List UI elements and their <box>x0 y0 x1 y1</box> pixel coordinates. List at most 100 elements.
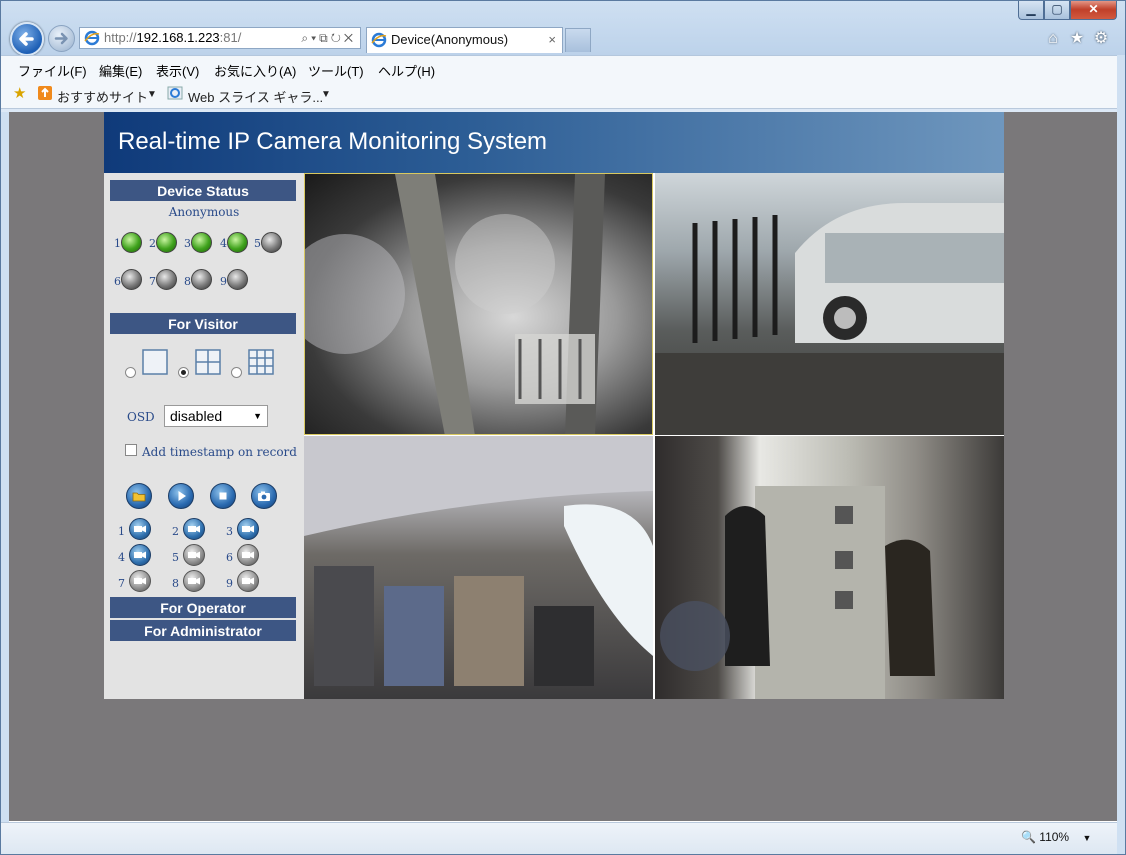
gear-icon[interactable]: ⚙ <box>1092 30 1110 48</box>
address-tools[interactable]: ⌕▾⧉↻✕ <box>301 28 356 48</box>
camera-5-button[interactable] <box>183 544 205 566</box>
window-frame-right <box>1117 55 1126 855</box>
page-viewport: Real-time IP Camera Monitoring System De… <box>9 112 1117 821</box>
layout-9-radio[interactable] <box>231 367 242 378</box>
forward-arrow-icon <box>54 32 68 45</box>
address-scheme: http:// <box>104 30 137 45</box>
menu-view[interactable]: 表示(V) <box>156 61 199 80</box>
camera-feed-3[interactable] <box>304 436 653 699</box>
timestamp-checkbox[interactable] <box>125 444 137 456</box>
record-folder-button[interactable] <box>126 483 152 509</box>
play-button[interactable] <box>168 483 194 509</box>
status-led-on <box>227 232 248 253</box>
suggested-dropdown-icon[interactable]: ▼ <box>147 89 157 100</box>
video-camera-icon <box>188 525 200 533</box>
video-grid <box>304 173 1004 699</box>
chevron-down-icon: ▼ <box>253 411 262 421</box>
camera-9-button[interactable] <box>237 570 259 592</box>
cam-number: 5 <box>172 551 179 564</box>
timestamp-label: Add timestamp on record <box>142 445 297 459</box>
video-camera-icon <box>242 577 254 585</box>
star-icon[interactable]: ★ <box>1068 30 1086 48</box>
feed-scene <box>655 203 1004 435</box>
video-camera-icon <box>242 525 254 533</box>
single-view-icon[interactable] <box>142 349 168 375</box>
led-number: 4 <box>220 237 227 250</box>
quad-view-icon[interactable] <box>195 349 221 375</box>
snapshot-button[interactable] <box>251 483 277 509</box>
forward-button[interactable] <box>48 25 75 52</box>
for-operator-heading[interactable]: For Operator <box>110 597 296 618</box>
zoom-icon: 🔍 <box>1021 830 1036 844</box>
app-banner: Real-time IP Camera Monitoring System <box>104 112 1004 173</box>
camera-4-button[interactable] <box>129 544 151 566</box>
osd-select[interactable]: disabled ▼ <box>164 405 268 427</box>
led-number: 2 <box>149 237 156 250</box>
web-slice-dropdown-icon[interactable]: ▼ <box>321 89 331 100</box>
favorites-star-icon[interactable]: ★ <box>13 84 26 102</box>
zoom-dropdown-icon[interactable]: ▼ <box>1082 833 1091 843</box>
feed-scene <box>304 436 653 686</box>
new-tab-button[interactable] <box>565 28 591 52</box>
camera-7-button[interactable] <box>129 570 151 592</box>
maximize-button[interactable]: ▢ <box>1044 0 1070 20</box>
status-led-off <box>191 269 212 290</box>
folder-icon <box>132 492 146 502</box>
cam-number: 3 <box>226 525 233 538</box>
address-bar[interactable]: http://192.168.1.223:81/ ⌕▾⧉↻✕ <box>79 27 361 49</box>
status-led-off <box>121 269 142 290</box>
tab-device[interactable]: Device(Anonymous) × <box>366 27 563 53</box>
camera-6-button[interactable] <box>237 544 259 566</box>
layout-1-radio[interactable] <box>125 367 136 378</box>
camera-feed-2[interactable] <box>655 173 1004 435</box>
minimize-button[interactable]: ▁ <box>1018 0 1044 20</box>
nine-view-icon[interactable] <box>248 349 274 375</box>
zoom-level: 110% <box>1039 830 1070 844</box>
suggested-sites-icon <box>37 85 53 104</box>
video-camera-icon <box>134 551 146 559</box>
camera-1-button[interactable] <box>129 518 151 540</box>
ie-tab-icon <box>371 32 387 48</box>
camera-2-button[interactable] <box>183 518 205 540</box>
camera-feed-4[interactable] <box>655 436 1004 699</box>
zoom-control[interactable]: 🔍 110% ▼ <box>1021 830 1091 844</box>
camera-feed-1[interactable] <box>304 173 653 435</box>
menu-tools[interactable]: ツール(T) <box>308 61 364 80</box>
for-administrator-heading[interactable]: For Administrator <box>110 620 296 641</box>
play-icon <box>178 491 186 501</box>
app-title: Real-time IP Camera Monitoring System <box>118 128 548 155</box>
favorites-bar: ★ おすすめサイト ▼ Web スライス ギャラ... ▼ <box>1 81 1117 109</box>
cam-number: 4 <box>118 551 125 564</box>
stop-icon <box>219 492 227 500</box>
status-bar: 🔍 110% ▼ <box>1 822 1117 855</box>
video-camera-icon <box>188 551 200 559</box>
video-camera-icon <box>242 551 254 559</box>
feed-scene <box>660 486 935 699</box>
home-icon[interactable]: ⌂ <box>1044 30 1062 48</box>
close-window-button[interactable]: ✕ <box>1070 0 1117 20</box>
layout-4-radio[interactable] <box>178 367 189 378</box>
led-number: 9 <box>220 275 227 288</box>
address-url[interactable]: http://192.168.1.223:81/ <box>104 28 241 48</box>
address-host: 192.168.1.223 <box>136 30 220 45</box>
back-button[interactable] <box>10 22 44 56</box>
camera-8-button[interactable] <box>183 570 205 592</box>
address-port: :81/ <box>219 30 242 45</box>
window-frame-left <box>0 112 9 822</box>
menu-file[interactable]: ファイル(F) <box>18 61 87 80</box>
menu-help[interactable]: ヘルプ(H) <box>378 61 435 80</box>
cam-number: 8 <box>172 577 179 590</box>
status-led-off <box>156 269 177 290</box>
tab-close-button[interactable]: × <box>548 28 556 52</box>
suggested-sites-link[interactable]: おすすめサイト <box>57 87 148 106</box>
menu-edit[interactable]: 編集(E) <box>99 61 142 80</box>
status-led-on <box>121 232 142 253</box>
cam-number: 1 <box>118 525 125 538</box>
menu-favorites[interactable]: お気に入り(A) <box>214 61 296 80</box>
stop-button[interactable] <box>210 483 236 509</box>
web-slice-link[interactable]: Web スライス ギャラ... <box>188 87 323 106</box>
video-camera-icon <box>134 577 146 585</box>
led-number: 1 <box>114 237 121 250</box>
back-arrow-icon <box>19 32 34 46</box>
camera-3-button[interactable] <box>237 518 259 540</box>
